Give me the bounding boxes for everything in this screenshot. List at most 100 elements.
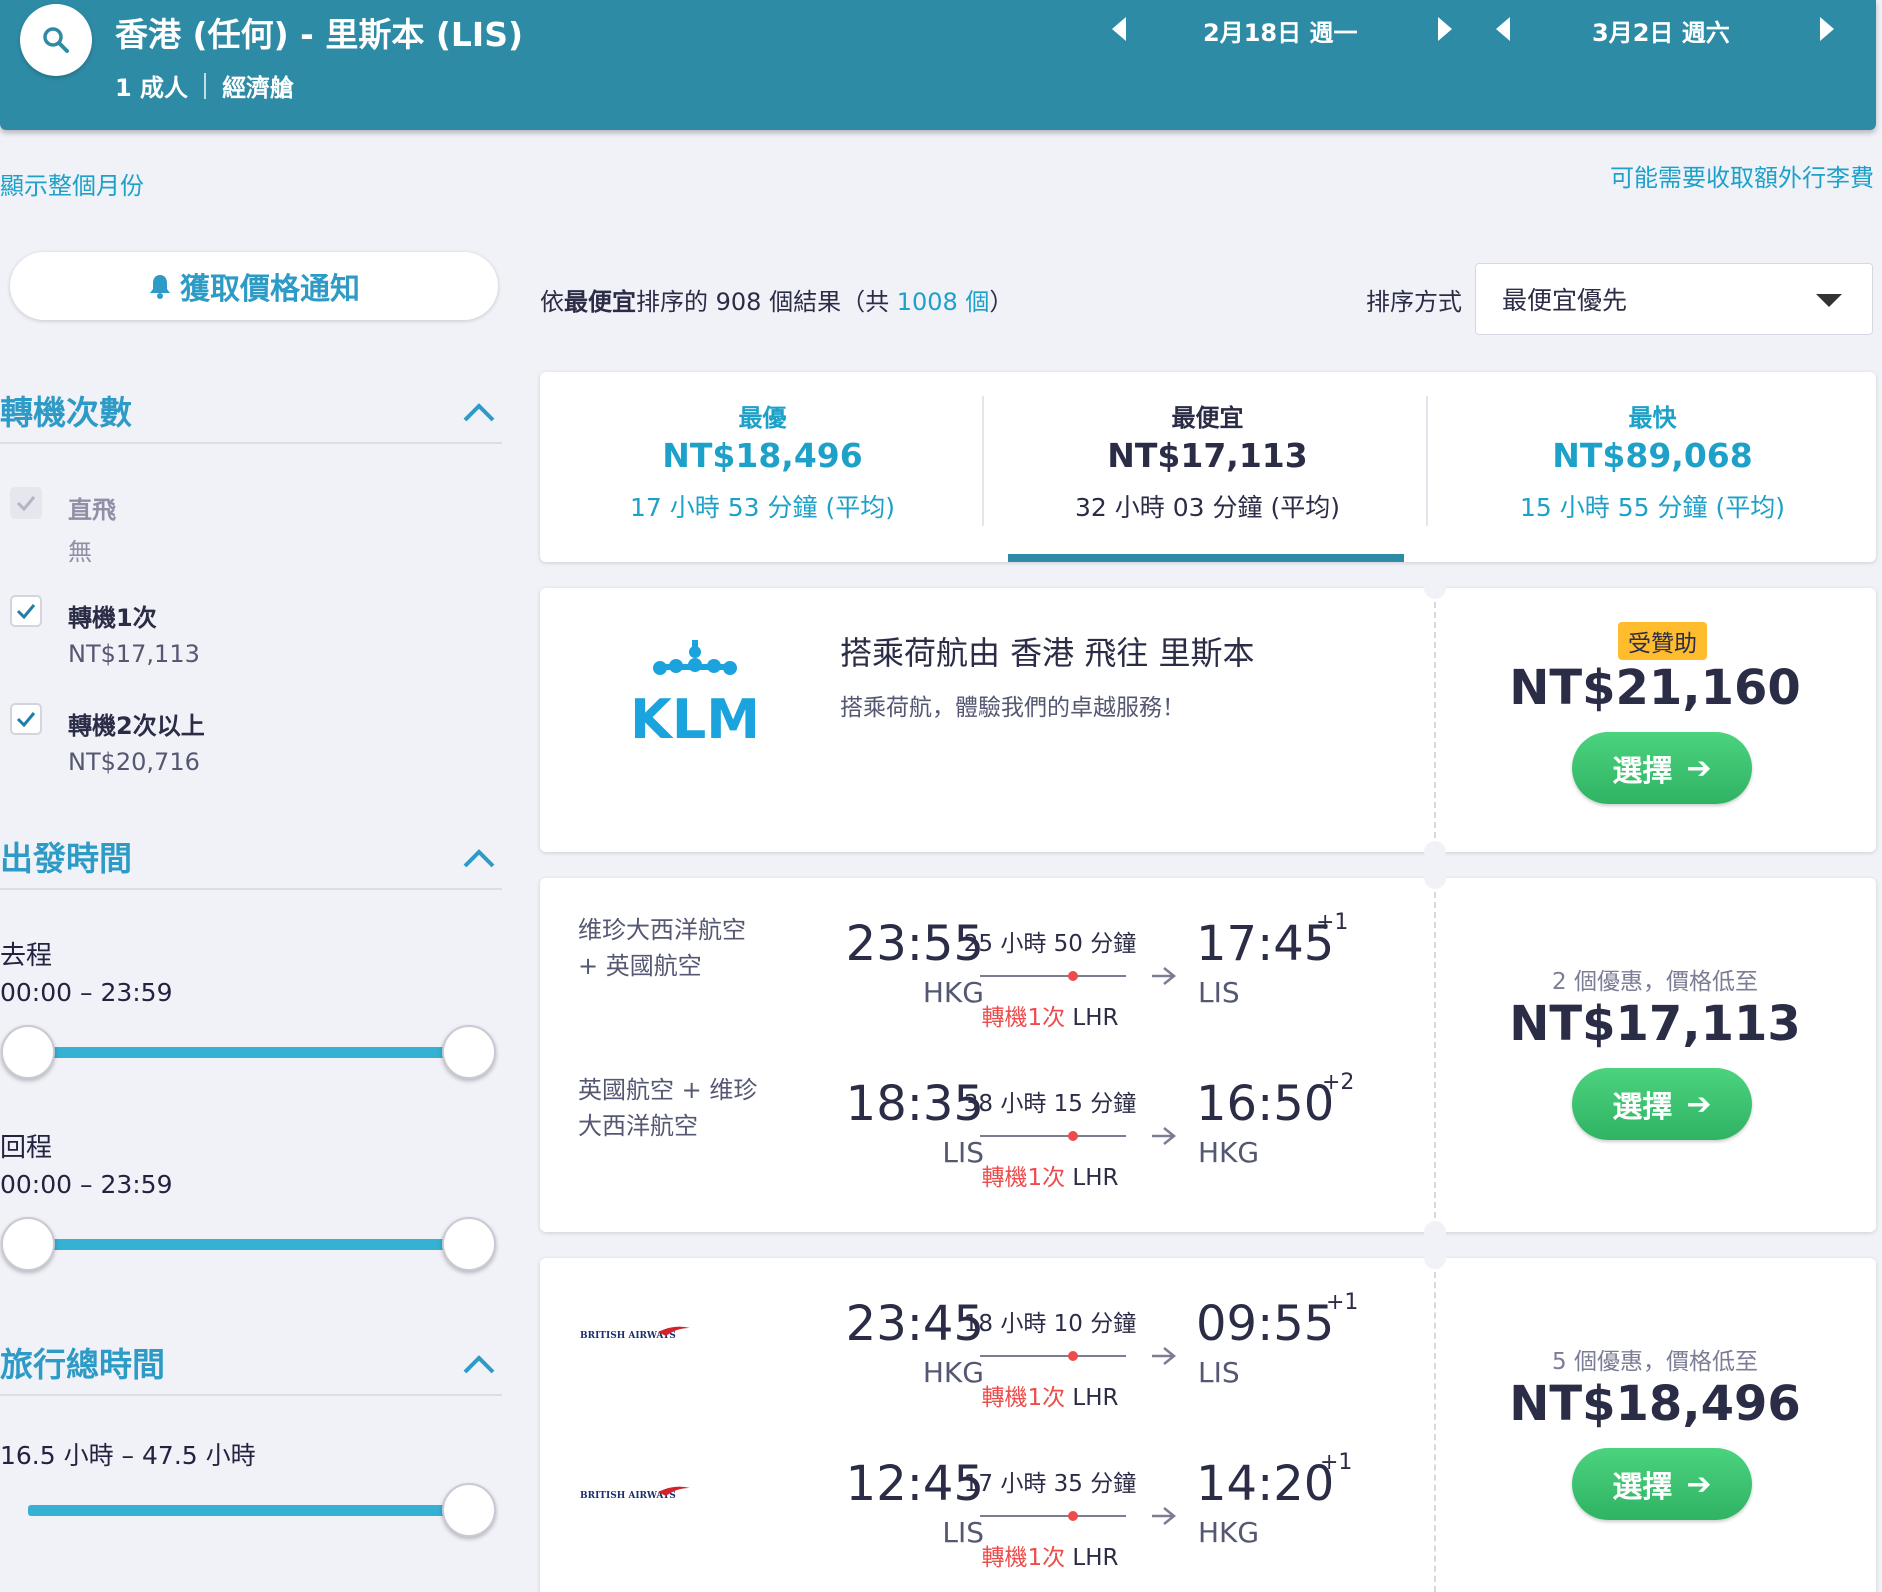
sponsored-badge: 受贊助	[1618, 622, 1707, 660]
ad-description: 搭乘荷航，體驗我們的卓越服務！	[840, 695, 1185, 721]
arrow-right-icon: ➔	[1686, 1086, 1712, 1122]
divider	[1434, 892, 1436, 1218]
show-whole-month-link[interactable]: 顯示整個月份	[0, 166, 144, 201]
flight-select-button[interactable]: 選擇 ➔	[1572, 1068, 1752, 1140]
flight-select-button[interactable]: 選擇 ➔	[1572, 1448, 1752, 1520]
route-title[interactable]: 香港 (任何) - 里斯本 (LIS)	[115, 8, 523, 56]
passenger-count: 1 成人	[115, 74, 189, 102]
stops-option-direct-price: 無	[68, 538, 92, 566]
duration-slider-max-handle[interactable]	[442, 1483, 496, 1537]
check-icon	[16, 604, 36, 619]
leg-arrive-airport: LIS	[1198, 1356, 1240, 1389]
checkbox-two-plus-stops[interactable]	[10, 703, 42, 735]
ticket-notch	[1424, 841, 1446, 863]
checkbox-one-stop[interactable]	[10, 595, 42, 627]
stops-option-two-label: 轉機2次以上	[68, 712, 205, 740]
flight-result-card[interactable]: BRITISH AIRWAYS 23:45 HKG 18 小時 10 分鐘 轉機…	[540, 1247, 1876, 1592]
departure-times-title[interactable]: 出發時間	[0, 832, 132, 880]
tab-fastest-price: NT$89,068	[1552, 436, 1753, 475]
leg-arrive-time: 16:50	[1196, 1076, 1335, 1132]
flight-price: NT$18,496	[1509, 1376, 1801, 1432]
triangle-right-icon	[1820, 17, 1834, 41]
return-date[interactable]: 3月2日 週六	[1592, 13, 1730, 48]
leg-route-line	[980, 975, 1126, 977]
leg-route-line	[980, 1135, 1126, 1137]
chevron-up-icon[interactable]	[462, 846, 496, 870]
plane-icon	[1152, 1347, 1176, 1365]
sort-selected-value: 最便宜優先	[1502, 286, 1628, 315]
ad-price: NT$21,160	[1509, 660, 1801, 716]
check-icon	[16, 712, 36, 727]
tab-fastest[interactable]: 最快 NT$89,068 15 小時 55 分鐘 (平均)	[1430, 372, 1875, 562]
sponsored-card[interactable]: KLM 搭乘荷航由 香港 飛往 里斯本 搭乘荷航，體驗我們的卓越服務！ 受贊助 …	[540, 577, 1876, 863]
results-total-link[interactable]: 1008 個	[897, 288, 990, 316]
sort-label: 排序方式	[1366, 288, 1462, 316]
leg-stops: 轉機1次 LHR	[960, 1378, 1140, 1412]
return-slider-track[interactable]	[28, 1239, 470, 1250]
ad-select-button[interactable]: 選擇 ➔	[1572, 732, 1752, 804]
results-suffix: ）	[989, 288, 1014, 316]
checkbox-direct[interactable]	[10, 487, 42, 519]
leg-stops: 轉機1次 LHR	[960, 998, 1140, 1032]
return-prev-day-button[interactable]	[1488, 14, 1518, 44]
duration-range: 16.5 小時 – 47.5 小時	[0, 1441, 256, 1470]
leg-duration: 38 小時 15 分鐘	[963, 1091, 1137, 1117]
arrow-right-icon: ➔	[1686, 750, 1712, 786]
divider	[1426, 396, 1428, 526]
return-slider-min-handle[interactable]	[1, 1217, 55, 1271]
check-icon	[16, 496, 36, 511]
return-next-day-button[interactable]	[1812, 14, 1842, 44]
stop-count: 轉機1次	[981, 1385, 1066, 1411]
depart-date[interactable]: 2月18日 週一	[1203, 13, 1357, 48]
ticket-notch	[1424, 1221, 1446, 1243]
divider	[982, 396, 984, 526]
tab-cheapest[interactable]: 最便宜 NT$17,113 32 小時 03 分鐘 (平均)	[985, 372, 1430, 562]
triangle-left-icon	[1496, 17, 1510, 41]
outbound-slider-min-handle[interactable]	[1, 1025, 55, 1079]
day-offset: +1	[1326, 1290, 1359, 1315]
stop-count: 轉機1次	[981, 1545, 1066, 1571]
return-slider-max-handle[interactable]	[442, 1217, 496, 1271]
caret-down-icon	[1816, 294, 1842, 307]
deal-count: 5 個優惠，價格低至	[1552, 1349, 1758, 1375]
stop-count: 轉機1次	[981, 1165, 1066, 1191]
flight-result-card[interactable]: 维珍大西洋航空 + 英國航空 23:55 HKG 25 小時 50 分鐘 轉機1…	[540, 867, 1876, 1243]
stops-option-one-price: NT$17,113	[68, 640, 200, 668]
results-sort-name: 最便宜	[564, 288, 636, 316]
divider	[0, 1394, 502, 1396]
depart-next-day-button[interactable]	[1430, 14, 1460, 44]
leg-route-line	[980, 1515, 1126, 1517]
outbound-slider-max-handle[interactable]	[442, 1025, 496, 1079]
stops-option-direct-label: 直飛	[68, 496, 116, 524]
search-icon	[43, 27, 69, 53]
price-alert-button[interactable]: 獲取價格通知	[10, 252, 498, 320]
divider	[1434, 1272, 1436, 1592]
arrow-right-icon: ➔	[1686, 1466, 1712, 1502]
tab-best[interactable]: 最優 NT$18,496 17 小時 53 分鐘 (平均)	[540, 372, 985, 562]
ticket-notch	[1424, 577, 1446, 599]
sort-dropdown[interactable]: 最便宜優先	[1475, 263, 1873, 335]
stop-count: 轉機1次	[981, 1005, 1066, 1031]
chevron-up-icon[interactable]	[462, 400, 496, 424]
tab-cheapest-duration: 32 小時 03 分鐘 (平均)	[1075, 493, 1340, 522]
plane-icon	[1152, 967, 1176, 985]
search-button[interactable]	[20, 4, 92, 76]
stops-filter-title[interactable]: 轉機次數	[0, 386, 132, 434]
day-offset: +1	[1320, 1450, 1353, 1475]
sort-tabs: 最優 NT$18,496 17 小時 53 分鐘 (平均) 最便宜 NT$17,…	[540, 372, 1876, 562]
journey-duration-title[interactable]: 旅行總時間	[0, 1338, 165, 1386]
flight-price: NT$17,113	[1509, 996, 1801, 1052]
stop-airport: LHR	[1072, 1005, 1119, 1031]
depart-prev-day-button[interactable]	[1104, 14, 1134, 44]
leg-airline: 维珍大西洋航空 + 英國航空	[578, 916, 746, 980]
ad-title: 搭乘荷航由 香港 飛往 里斯本	[840, 634, 1255, 672]
duration-slider-track[interactable]	[28, 1505, 470, 1516]
tab-cheapest-price: NT$17,113	[1107, 436, 1308, 475]
traveller-summary[interactable]: 1 成人 經濟艙	[115, 68, 294, 103]
price-alert-label: 獲取價格通知	[180, 272, 360, 307]
triangle-right-icon	[1438, 17, 1452, 41]
baggage-fee-link[interactable]: 可能需要收取額外行李費	[1610, 158, 1874, 193]
outbound-slider-track[interactable]	[28, 1047, 470, 1058]
leg-airline: 英國航空 + 维珍大西洋航空	[578, 1076, 758, 1140]
chevron-up-icon[interactable]	[462, 1352, 496, 1376]
